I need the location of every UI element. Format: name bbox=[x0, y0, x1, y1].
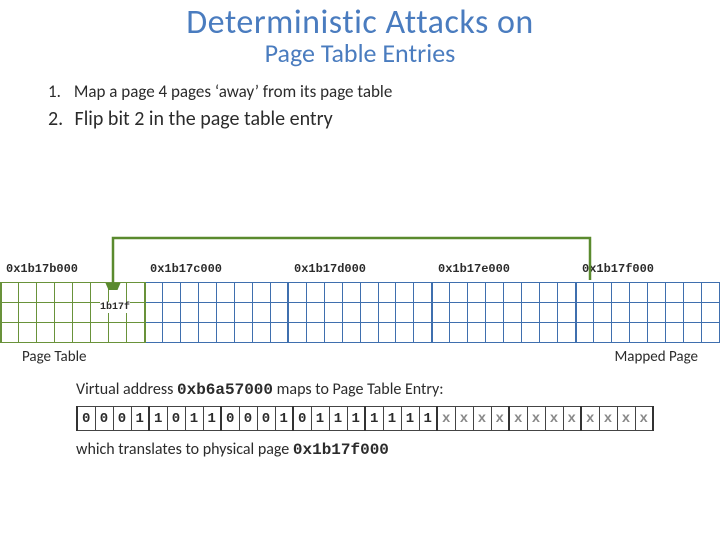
bit-cell: x bbox=[473, 407, 491, 431]
step-1-text: Map a page 4 pages ‘away’ from its page … bbox=[74, 81, 392, 102]
bit-cell: x bbox=[563, 407, 581, 431]
bit-cell: 0 bbox=[221, 407, 239, 431]
bit-cell: 1 bbox=[203, 407, 221, 431]
caption-mapped-page: Mapped Page bbox=[614, 348, 698, 366]
bit-cell: x bbox=[437, 407, 455, 431]
vaddr-value: 0xb6a57000 bbox=[177, 381, 273, 399]
translate-addr: 0x1b17f000 bbox=[293, 441, 389, 459]
bit-cell: x bbox=[599, 407, 617, 431]
addr-1: 0x1b17c000 bbox=[150, 262, 222, 276]
vaddr-suffix: maps to Page Table Entry: bbox=[273, 380, 444, 399]
step-2-num: 2. bbox=[48, 106, 70, 133]
bit-cell: 0 bbox=[257, 407, 275, 431]
vaddr-prefix: Virtual address bbox=[76, 380, 177, 399]
bit-cell: x bbox=[545, 407, 563, 431]
bit-cell: 0 bbox=[77, 407, 95, 431]
step-1: 1. Map a page 4 pages ‘away’ from its pa… bbox=[48, 81, 720, 104]
step-1-num: 1. bbox=[48, 81, 70, 104]
bit-cell: 0 bbox=[239, 407, 257, 431]
addr-2: 0x1b17d000 bbox=[294, 262, 366, 276]
bit-cell: 1 bbox=[131, 407, 149, 431]
mapping-arrow bbox=[0, 220, 720, 290]
bit-cell: 1 bbox=[185, 407, 203, 431]
addr-3: 0x1b17e000 bbox=[438, 262, 510, 276]
step-2-text: Flip bit 2 in the page table entry bbox=[75, 107, 333, 131]
bit-table: 0 0 0 1 1 0 1 1 0 0 0 1 0 1 1 1 1 1 1 1 … bbox=[76, 406, 654, 431]
title-block: Deterministic Attacks on Page Table Entr… bbox=[0, 2, 720, 69]
bit-cell: x bbox=[617, 407, 635, 431]
bit-cell: 1 bbox=[419, 407, 437, 431]
bit-cell: 1 bbox=[275, 407, 293, 431]
address-labels: 0x1b17b000 0x1b17c000 0x1b17d000 0x1b17e… bbox=[0, 262, 720, 278]
bit-cell: 1 bbox=[383, 407, 401, 431]
pte-cell-label: 1b17f bbox=[100, 302, 130, 313]
bit-cell: x bbox=[455, 407, 473, 431]
bit-cell: 0 bbox=[95, 407, 113, 431]
addr-4: 0x1b17f000 bbox=[582, 262, 654, 276]
bit-cell: x bbox=[509, 407, 527, 431]
bit-cell: 0 bbox=[293, 407, 311, 431]
addr-0: 0x1b17b000 bbox=[6, 262, 78, 276]
virtual-address-line: Virtual address 0xb6a57000 maps to Page … bbox=[76, 380, 444, 399]
bit-cell: 1 bbox=[401, 407, 419, 431]
caption-page-table: Page Table bbox=[22, 348, 87, 366]
bit-cell: x bbox=[635, 407, 653, 431]
title-sub: Page Table Entries bbox=[0, 37, 720, 69]
bit-cell: x bbox=[491, 407, 509, 431]
bit-cell: 0 bbox=[167, 407, 185, 431]
bit-cell: 1 bbox=[149, 407, 167, 431]
bit-cell: x bbox=[581, 407, 599, 431]
bit-cell: 1 bbox=[347, 407, 365, 431]
steps-list: 1. Map a page 4 pages ‘away’ from its pa… bbox=[48, 81, 720, 133]
bit-cell: 0 bbox=[113, 407, 131, 431]
step-2: 2. Flip bit 2 in the page table entry bbox=[48, 106, 720, 133]
translate-line: which translates to physical page 0x1b17… bbox=[76, 440, 389, 459]
bit-cell: 1 bbox=[365, 407, 383, 431]
bit-cell: 1 bbox=[329, 407, 347, 431]
translate-prefix: which translates to physical page bbox=[76, 440, 293, 459]
bit-cell: x bbox=[527, 407, 545, 431]
bit-cell: 1 bbox=[311, 407, 329, 431]
